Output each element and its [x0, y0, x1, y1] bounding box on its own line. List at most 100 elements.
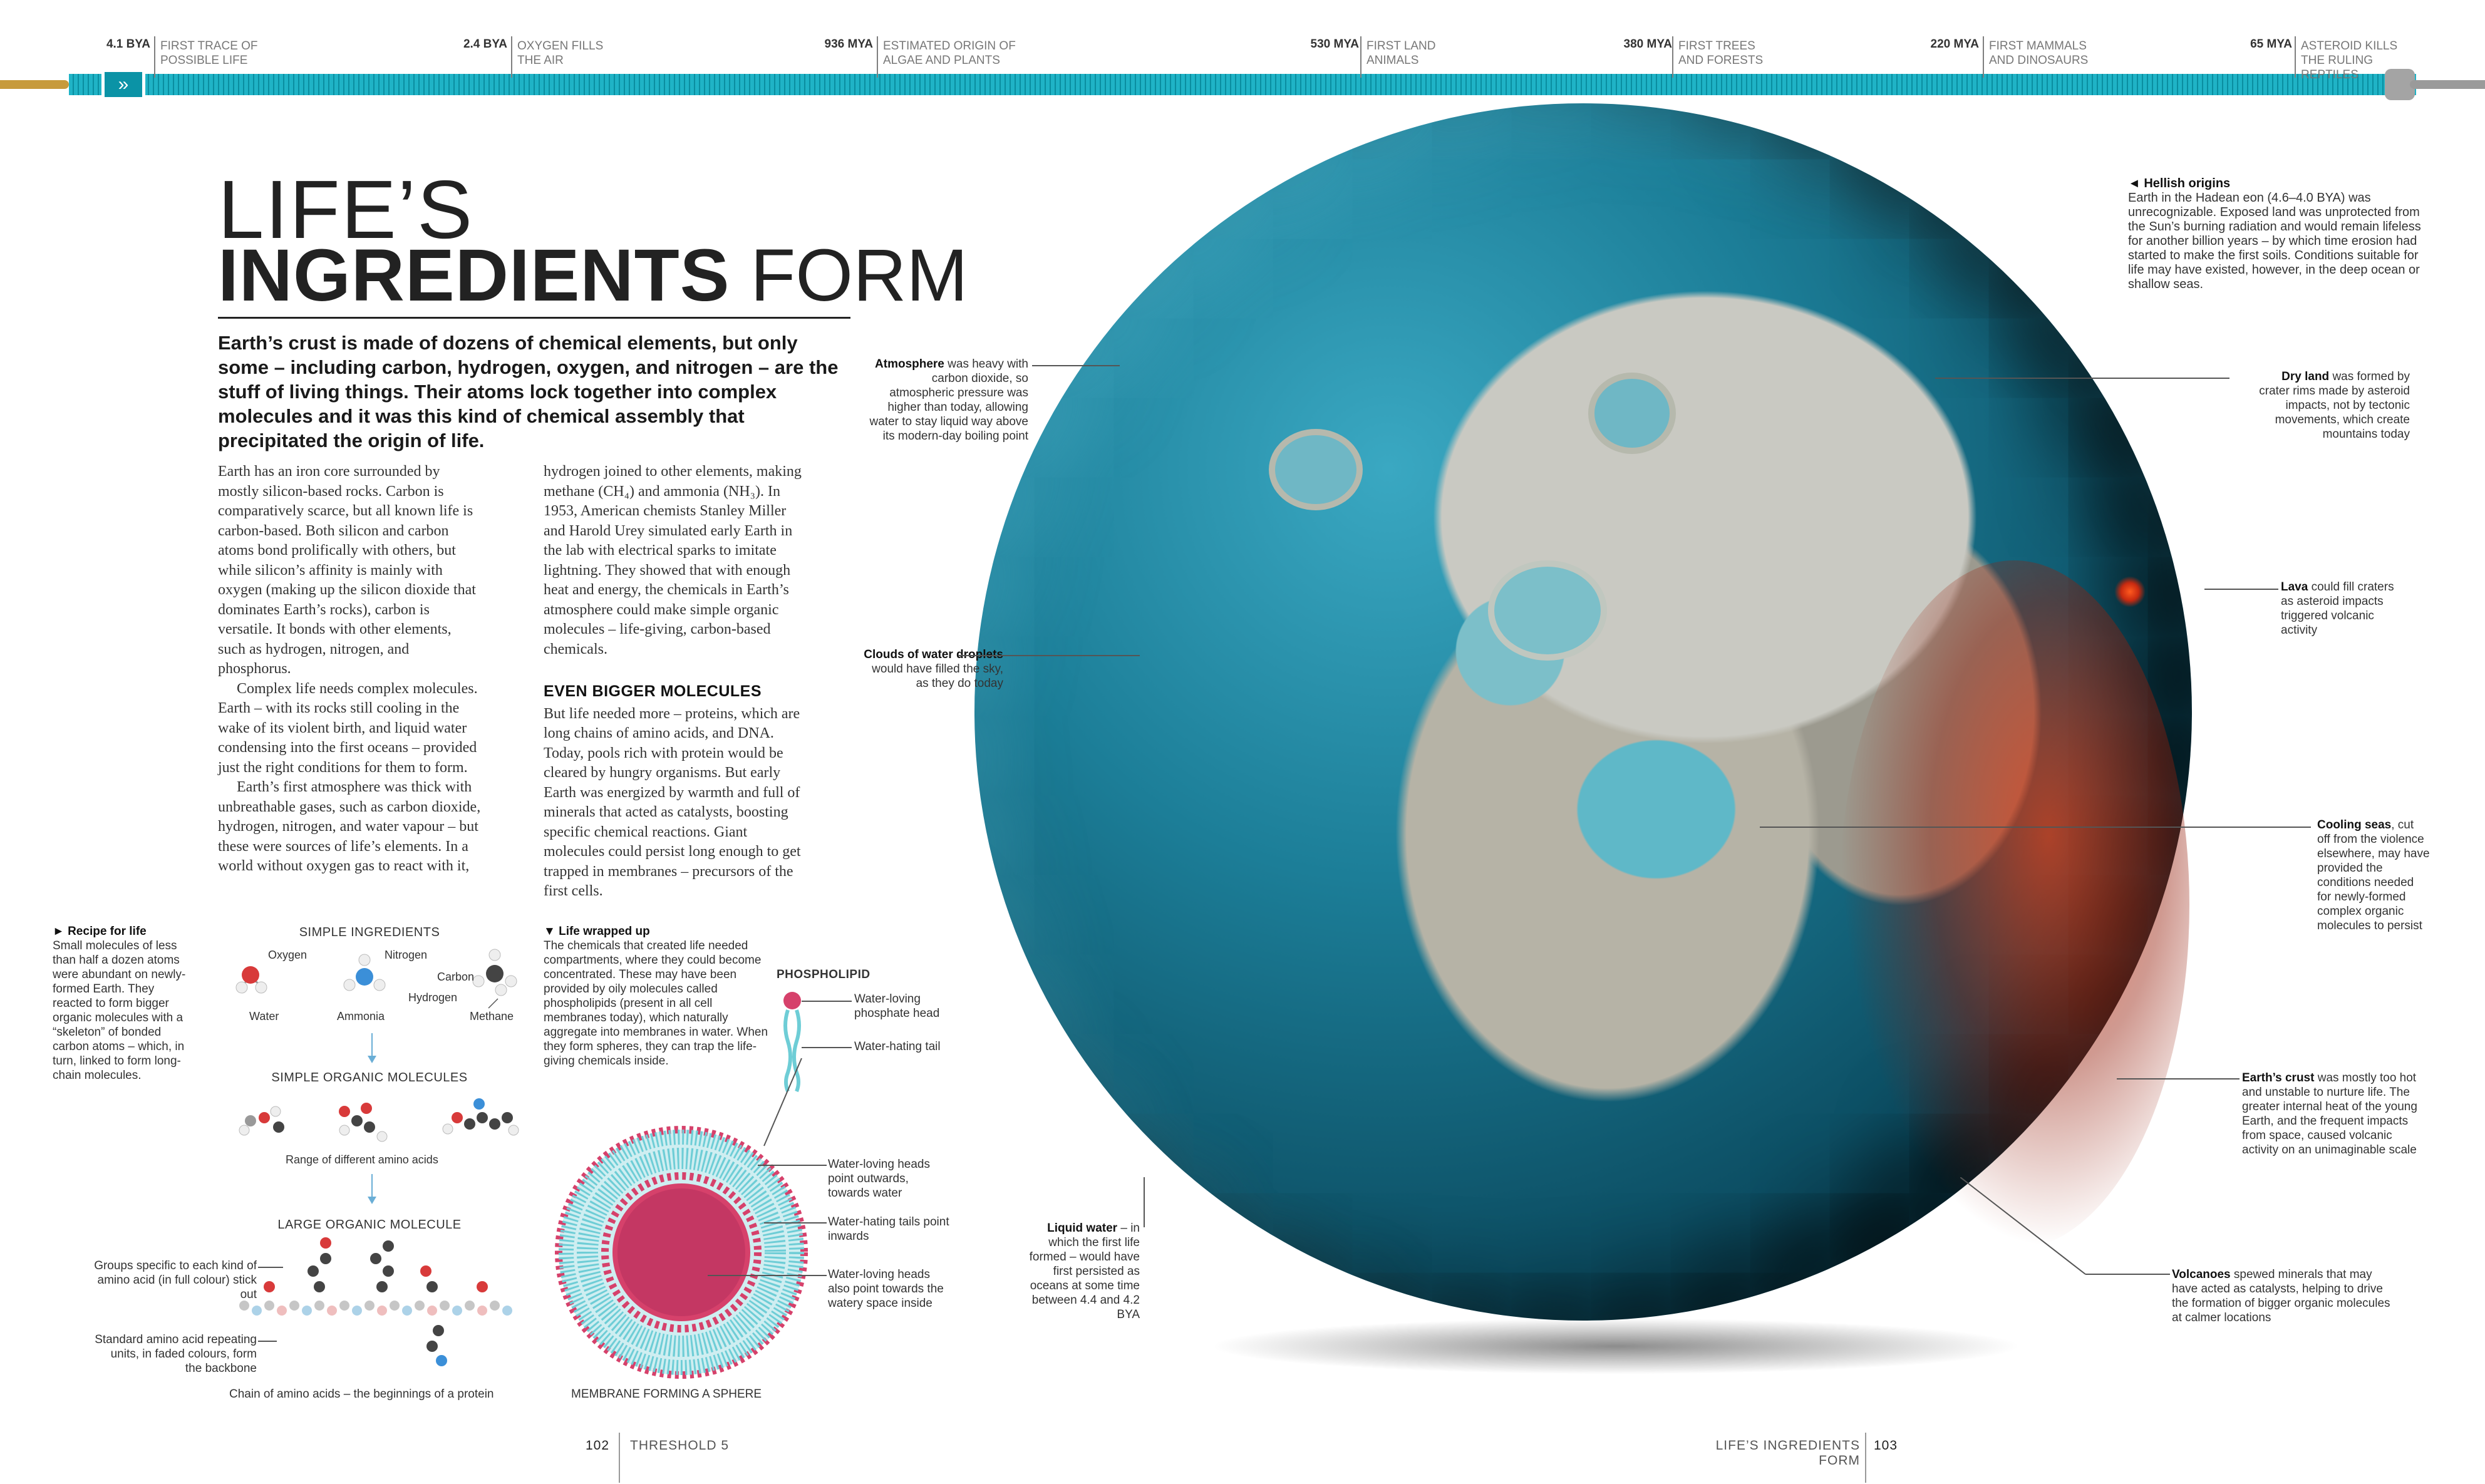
- simple-organic-heading: SIMPLE ORGANIC MOLECULES: [271, 1071, 468, 1085]
- earth-crust-term: Earth’s crust: [2242, 1071, 2315, 1085]
- timeline-date: 380 MYA: [1623, 38, 1672, 51]
- simple-ingredients-heading: SIMPLE INGREDIENTS: [299, 925, 440, 939]
- timeline-label: ESTIMATED ORIGIN OF ALGAE AND PLANTS: [883, 39, 1016, 67]
- page-title-line2: INGREDIENTS FORM: [218, 238, 968, 313]
- folio-rule-right: [1865, 1433, 1866, 1483]
- body-paragraph: But life needed more – proteins, which a…: [544, 705, 801, 900]
- timeline-bar[interactable]: [69, 74, 2416, 95]
- timeline-date: 936 MYA: [824, 38, 873, 51]
- title-light: FORM: [730, 234, 968, 317]
- timeline-date: 65 MYA: [2250, 38, 2292, 51]
- timeline-label: OXYGEN FILLS THE AIR: [517, 39, 604, 67]
- inner-heads-leader: [708, 1275, 827, 1276]
- hellish-origins-text: Earth in the Hadean eon (4.6–4.0 BYA) wa…: [2128, 191, 2421, 291]
- lava-region: [1839, 560, 2189, 1249]
- dry-land-term: Dry land: [2281, 370, 2330, 383]
- dry-land-leader: [1935, 378, 2229, 379]
- heads-out-leader: [758, 1165, 827, 1166]
- cooling-seas-caption: Cooling seas, cut off from the violence …: [2317, 818, 2430, 933]
- body-paragraph: Earth’s first atmosphere was thick with …: [218, 779, 481, 874]
- hating-tail-leader: [802, 1047, 852, 1048]
- body-paragraph: Earth has an iron core surrounded by mos…: [218, 463, 476, 677]
- phosphate-head-leader: [802, 1001, 852, 1002]
- large-organic-heading: LARGE ORGANIC MOLECULE: [277, 1218, 462, 1232]
- water-molecule: [235, 966, 267, 994]
- atmosphere-caption: Atmosphere was heavy with carbon dioxide…: [864, 357, 1028, 443]
- earth-crust-caption: Earth’s crust was mostly too hot and uns…: [2242, 1071, 2424, 1157]
- body-paragraph: hydrogen joined to other elements, makin…: [544, 463, 802, 657]
- timeline-right-cap: [2410, 80, 2485, 89]
- earth-crust-leader: [2117, 1078, 2240, 1080]
- left-page-number: 102: [586, 1438, 610, 1453]
- volcanoes-term: Volcanoes: [2172, 1268, 2231, 1281]
- nitrogen-label: Nitrogen: [385, 949, 428, 961]
- liquid-water-text: – in which the first life formed – would…: [1029, 1222, 1140, 1321]
- timeline-nav-button[interactable]: »: [101, 69, 145, 100]
- timeline-tick: [1360, 36, 1361, 78]
- ammonia-molecule: [343, 954, 386, 991]
- wrapped-caption: ▼ Life wrapped up The chemicals that cre…: [544, 924, 775, 1068]
- dry-land-caption: Dry land was formed by crater rims made …: [2248, 369, 2410, 441]
- chain-caption: Chain of amino acids – the beginnings of…: [229, 1388, 494, 1401]
- timeline-label: ASTEROID KILLS THE RULING REPTILES: [2301, 39, 2398, 81]
- water-label: Water: [249, 1010, 279, 1023]
- hydrogen-label: Hydrogen: [408, 991, 458, 1004]
- membrane-pointer: [763, 1058, 802, 1146]
- right-running-head: LIFE’S INGREDIENTS FORM: [1715, 1438, 1860, 1468]
- timeline-tick: [154, 36, 155, 78]
- lava-leader: [2204, 589, 2278, 590]
- timeline-date: 2.4 BYA: [463, 38, 507, 51]
- timeline-date: 4.1 BYA: [106, 38, 150, 51]
- body-column-1: Earth has an iron core surrounded by mos…: [218, 462, 481, 877]
- timeline-label: FIRST TRACE OF POSSIBLE LIFE: [160, 39, 258, 67]
- left-running-head: THRESHOLD 5: [630, 1438, 730, 1453]
- hellish-origins-caption: ◄ Hellish origins Earth in the Hadean eo…: [2128, 177, 2422, 292]
- liquid-water-leader: [1144, 1177, 1145, 1227]
- backbone-leader: [258, 1341, 277, 1342]
- clouds-text: would have filled the sky, as they do to…: [872, 662, 1003, 690]
- timeline-label: FIRST LAND ANIMALS: [1366, 39, 1436, 67]
- volcanoes-caption: Volcanoes spewed minerals that may have …: [2172, 1267, 2397, 1325]
- liquid-water-term: Liquid water: [1047, 1222, 1118, 1235]
- groups-leader: [258, 1267, 283, 1268]
- cooling-seas-text: , cut off from the violence elsewhere, m…: [2317, 818, 2430, 932]
- hadean-earth-image: [974, 103, 2192, 1321]
- heads-out-label: Water-loving heads point outwards, towar…: [828, 1158, 930, 1200]
- oxygen-label: Oxygen: [268, 949, 307, 961]
- timeline-tick: [1672, 36, 1673, 78]
- lava-term: Lava: [2281, 580, 2308, 594]
- hellish-origins-heading: ◄ Hellish origins: [2128, 177, 2231, 190]
- title-bold: INGREDIENTS: [218, 234, 730, 317]
- arrow-down-icon: [368, 1033, 376, 1063]
- phospholipid-heading: PHOSPHOLIPID: [777, 968, 871, 981]
- clouds-caption: Clouds of water droplets would have fill…: [858, 647, 1003, 691]
- amino-acid-molecules: [239, 1098, 519, 1142]
- tails-in-leader: [764, 1222, 827, 1224]
- backbone-caption: Standard amino acid repeating units, in …: [95, 1333, 257, 1375]
- timeline-tick: [877, 36, 878, 78]
- recipe-caption: ► Recipe for life Small molecules of les…: [53, 924, 190, 1083]
- carbon-label: Carbon: [437, 971, 475, 983]
- atmosphere-leader: [1032, 365, 1120, 366]
- timeline-date: 220 MYA: [1930, 38, 1979, 51]
- crater-lake: [1588, 373, 1676, 454]
- range-amino-acids-label: Range of different amino acids: [286, 1153, 438, 1166]
- section-subhead: EVEN BIGGER MOLECULES: [544, 683, 762, 700]
- arrow-down-icon: [368, 1174, 376, 1204]
- clouds-leader: [958, 655, 1140, 656]
- membrane-caption: MEMBRANE FORMING A SPHERE: [571, 1388, 762, 1401]
- intro-paragraph: Earth’s crust is made of dozens of chemi…: [218, 332, 839, 451]
- membrane-sphere: [555, 1126, 808, 1379]
- volcanoes-leader: [1960, 1177, 2170, 1275]
- cooling-seas-term: Cooling seas: [2317, 818, 2392, 832]
- methane-molecule: [472, 949, 517, 996]
- timeline-label: FIRST TREES AND FORESTS: [1678, 39, 1764, 67]
- timeline-left-cap: [0, 80, 69, 89]
- body-paragraph: Complex life needs complex molecules. Ea…: [218, 680, 478, 776]
- wrapped-text: The chemicals that created life needed c…: [544, 939, 768, 1068]
- folio-rule-left: [619, 1433, 620, 1483]
- lava-caption: Lava could fill craters as asteroid impa…: [2281, 580, 2406, 637]
- lava-crater: [2114, 576, 2146, 607]
- hating-tail-label: Water-hating tail: [854, 1040, 941, 1053]
- crater-lake: [1488, 560, 1607, 661]
